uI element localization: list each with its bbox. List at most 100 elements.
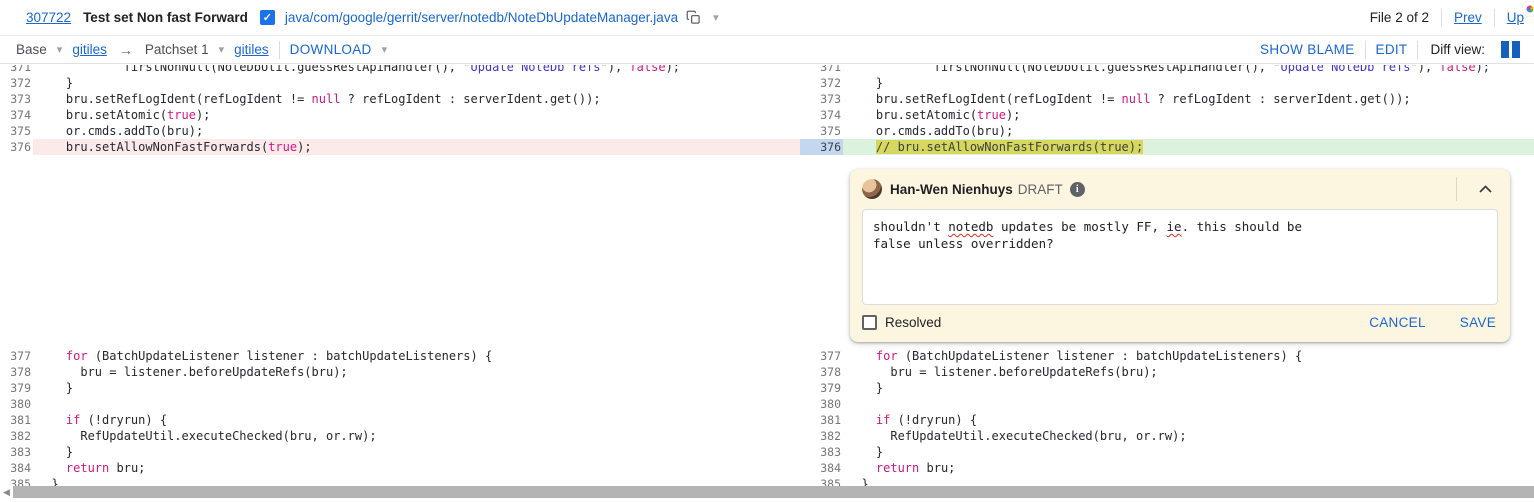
- resolved-label: Resolved: [885, 315, 941, 330]
- code-line[interactable]: firstNonNull(NoteDbUtil.guessRestApiHand…: [843, 65, 1534, 75]
- code-line[interactable]: }: [843, 75, 1534, 91]
- line-number[interactable]: 382: [800, 428, 843, 444]
- line-number[interactable]: 376: [800, 139, 843, 155]
- patchset-selector[interactable]: Patchset 1: [145, 42, 209, 57]
- code-line[interactable]: if (!dryrun) {: [843, 412, 1534, 428]
- line-number[interactable]: 376: [0, 139, 33, 155]
- gitiles-link-patchset[interactable]: gitiles: [234, 42, 269, 57]
- code-line[interactable]: firstNonNull(NoteDbUtil.guessRestApiHand…: [33, 65, 800, 75]
- file-reviewed-checkbox[interactable]: ✓: [260, 10, 275, 25]
- code-line[interactable]: RefUpdateUtil.executeChecked(bru, or.rw)…: [843, 428, 1534, 444]
- line-number[interactable]: 385: [0, 476, 33, 486]
- code-line[interactable]: return bru;: [843, 460, 1534, 476]
- line-number[interactable]: 371: [0, 65, 33, 75]
- diff-row: 373 bru.setRefLogIdent(refLogIdent != nu…: [800, 91, 1534, 107]
- code-line[interactable]: }: [33, 380, 800, 396]
- comment-textarea[interactable]: shouldn't notedb updates be mostly FF, i…: [862, 209, 1498, 305]
- edit-button[interactable]: EDIT: [1376, 42, 1408, 57]
- code-line[interactable]: }: [843, 380, 1534, 396]
- line-number[interactable]: 374: [0, 107, 33, 123]
- code-line[interactable]: // bru.setAllowNonFastForwards(true);: [843, 139, 1534, 155]
- line-number[interactable]: 381: [0, 412, 33, 428]
- diff-row: 378 bru = listener.beforeUpdateRefs(bru)…: [0, 364, 800, 380]
- copy-icon[interactable]: [686, 10, 701, 25]
- line-number[interactable]: 374: [800, 107, 843, 123]
- line-number[interactable]: 378: [800, 364, 843, 380]
- code-line[interactable]: }: [843, 476, 1534, 486]
- side-by-side-icon[interactable]: [1501, 41, 1520, 58]
- gitiles-link-base[interactable]: gitiles: [72, 42, 107, 57]
- line-number[interactable]: 375: [0, 123, 33, 139]
- code-line[interactable]: bru = listener.beforeUpdateRefs(bru);: [843, 364, 1534, 380]
- line-number[interactable]: 377: [0, 348, 33, 364]
- line-number[interactable]: 384: [800, 460, 843, 476]
- code-line[interactable]: }: [33, 444, 800, 460]
- base-selector[interactable]: Base: [16, 42, 47, 57]
- diff-row: 383 }: [0, 444, 800, 460]
- base-dropdown-icon[interactable]: ▾: [57, 43, 63, 56]
- code-line[interactable]: bru.setRefLogIdent(refLogIdent != null ?…: [843, 91, 1534, 107]
- prev-file-button[interactable]: Prev: [1454, 10, 1482, 25]
- file-path-link[interactable]: java/com/google/gerrit/server/notedb/Not…: [285, 10, 678, 25]
- code-line[interactable]: }: [33, 476, 800, 486]
- line-number[interactable]: 375: [800, 123, 843, 139]
- line-number[interactable]: 381: [800, 412, 843, 428]
- download-button[interactable]: DOWNLOAD: [290, 42, 372, 57]
- comment-text-misspelled: notedb: [948, 219, 993, 234]
- code-line[interactable]: or.cmds.addTo(bru);: [33, 123, 800, 139]
- code-line[interactable]: or.cmds.addTo(bru);: [843, 123, 1534, 139]
- scrollbar-thumb[interactable]: [13, 486, 1534, 498]
- avatar: [862, 179, 882, 199]
- line-number[interactable]: 383: [800, 444, 843, 460]
- code-line[interactable]: for (BatchUpdateListener listener : batc…: [843, 348, 1534, 364]
- diff-area: 371 firstNonNull(NoteDbUtil.guessRestApi…: [0, 65, 1534, 486]
- line-number[interactable]: 378: [0, 364, 33, 380]
- file-dropdown-icon[interactable]: ▾: [713, 11, 719, 24]
- line-number[interactable]: 380: [0, 396, 33, 412]
- line-number[interactable]: 383: [0, 444, 33, 460]
- code-line[interactable]: [33, 396, 800, 412]
- code-line[interactable]: [843, 396, 1534, 412]
- line-number[interactable]: 384: [0, 460, 33, 476]
- code-line[interactable]: RefUpdateUtil.executeChecked(bru, or.rw)…: [33, 428, 800, 444]
- line-number[interactable]: 371: [800, 65, 843, 75]
- code-line[interactable]: bru.setAtomic(true);: [33, 107, 800, 123]
- comment-text: . this should be: [1182, 219, 1302, 234]
- code-line[interactable]: for (BatchUpdateListener listener : batc…: [33, 348, 800, 364]
- patchset-dropdown-icon[interactable]: ▾: [219, 43, 225, 56]
- line-number[interactable]: 373: [0, 91, 33, 107]
- file-counter: File 2 of 2: [1370, 10, 1429, 25]
- line-number[interactable]: 373: [800, 91, 843, 107]
- code-line[interactable]: bru.setAllowNonFastForwards(true);: [33, 139, 800, 155]
- line-number[interactable]: 379: [800, 380, 843, 396]
- divider: [1441, 9, 1442, 27]
- cancel-button[interactable]: CANCEL: [1369, 315, 1426, 330]
- code-line[interactable]: if (!dryrun) {: [33, 412, 800, 428]
- up-button[interactable]: Up: [1507, 10, 1524, 25]
- line-number[interactable]: 372: [800, 75, 843, 91]
- line-number[interactable]: 377: [800, 348, 843, 364]
- line-number[interactable]: 382: [0, 428, 33, 444]
- diff-row: 383 }: [800, 444, 1534, 460]
- code-line[interactable]: bru = listener.beforeUpdateRefs(bru);: [33, 364, 800, 380]
- code-line[interactable]: bru.setRefLogIdent(refLogIdent != null ?…: [33, 91, 800, 107]
- change-number-link[interactable]: 307722: [26, 10, 71, 25]
- code-line[interactable]: }: [843, 444, 1534, 460]
- line-number[interactable]: 372: [0, 75, 33, 91]
- scroll-left-arrow-icon[interactable]: ◀: [0, 486, 13, 498]
- line-number[interactable]: 385: [800, 476, 843, 486]
- collapse-chevron-icon[interactable]: [1471, 185, 1500, 193]
- horizontal-scrollbar[interactable]: ◀: [0, 486, 1534, 500]
- code-line[interactable]: bru.setAtomic(true);: [843, 107, 1534, 123]
- line-number[interactable]: 379: [0, 380, 33, 396]
- code-line[interactable]: }: [33, 75, 800, 91]
- info-icon[interactable]: i: [1070, 182, 1085, 197]
- resolved-checkbox[interactable]: [862, 315, 877, 330]
- download-dropdown-icon[interactable]: ▾: [382, 43, 388, 56]
- line-number[interactable]: 380: [800, 396, 843, 412]
- show-blame-button[interactable]: SHOW BLAME: [1260, 42, 1355, 57]
- code-line[interactable]: return bru;: [33, 460, 800, 476]
- diff-row: 373 bru.setRefLogIdent(refLogIdent != nu…: [0, 91, 800, 107]
- save-button[interactable]: SAVE: [1460, 315, 1496, 330]
- draft-badge: DRAFT: [1018, 182, 1063, 197]
